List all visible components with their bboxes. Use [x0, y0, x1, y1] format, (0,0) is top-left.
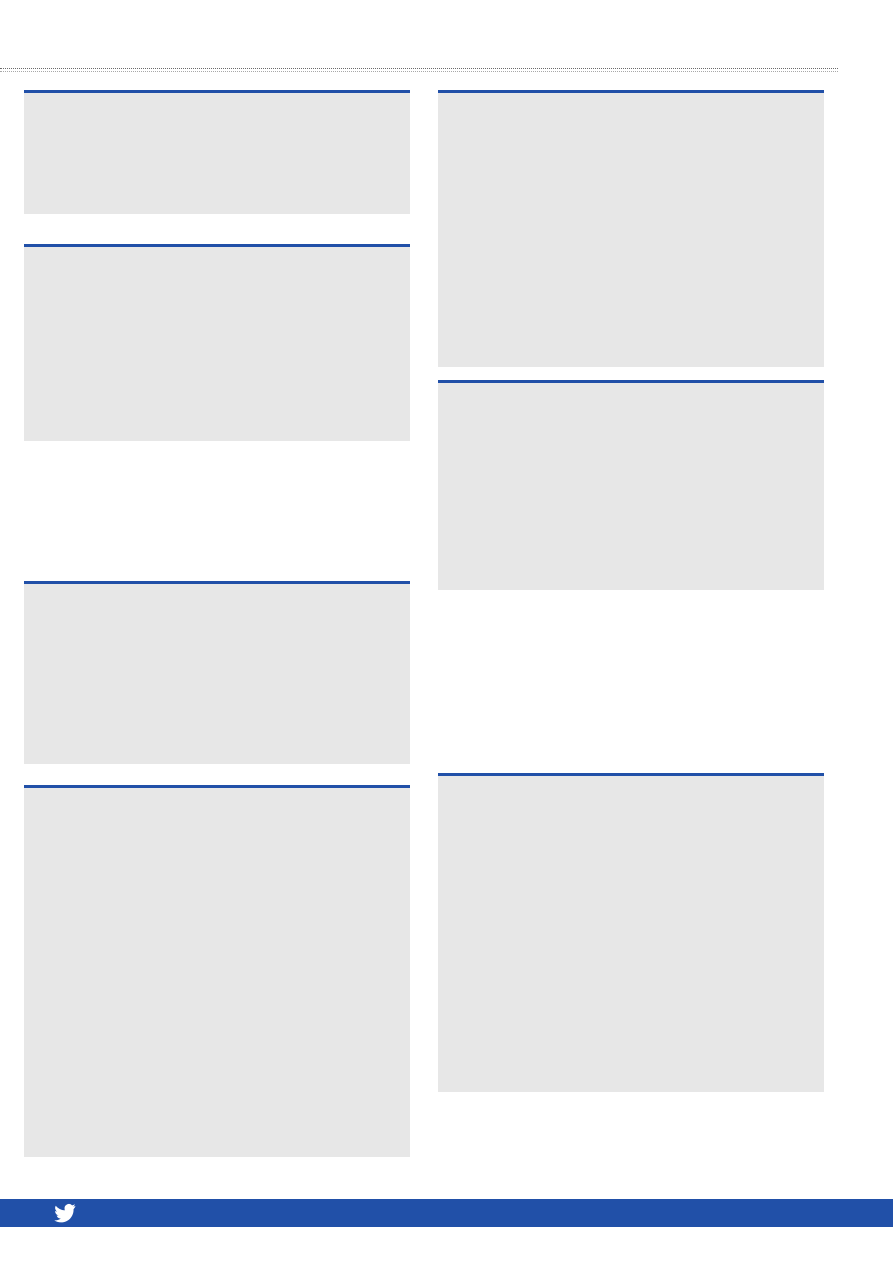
- header-dotted-rule: [0, 68, 838, 69]
- content-panel-right-2: [438, 380, 824, 590]
- twitter-bird-icon[interactable]: [54, 1203, 76, 1223]
- header-dotted-rule-secondary: [0, 71, 838, 72]
- content-panel-right-3: [438, 773, 824, 1092]
- content-panel-left-3: [24, 581, 410, 764]
- footer-bar: [0, 1199, 893, 1227]
- content-panel-left-2: [24, 244, 410, 441]
- content-panel-right-1: [438, 90, 824, 367]
- content-panel-left-1: [24, 90, 410, 214]
- content-panel-left-4: [24, 785, 410, 1157]
